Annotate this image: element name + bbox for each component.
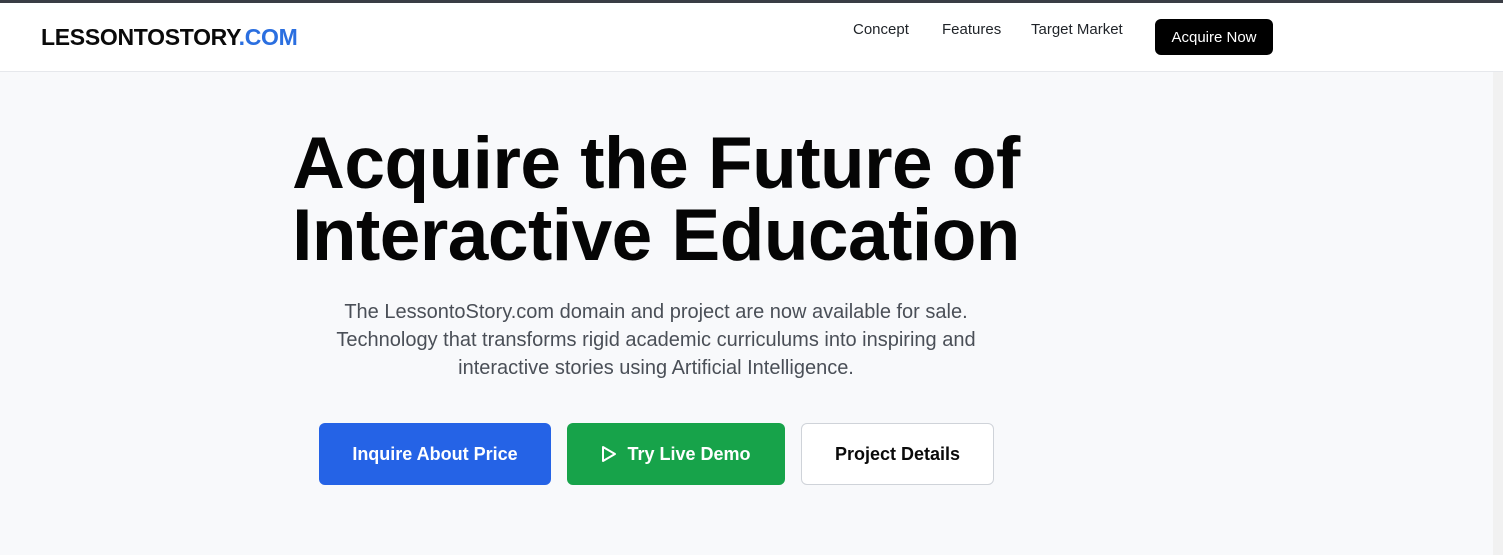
site-logo[interactable]: LESSONTOSTORY.COM — [41, 24, 298, 51]
try-live-demo-label: Try Live Demo — [627, 443, 751, 464]
nav-link-concept[interactable]: Concept — [853, 21, 909, 38]
hero-subtitle-line-1: The LessontoStory.com domain and project… — [344, 301, 968, 323]
logo-accent-text: .COM — [238, 24, 298, 50]
acquire-now-button[interactable]: Acquire Now — [1155, 19, 1273, 55]
page-scrollbar[interactable] — [1493, 72, 1503, 555]
nav-link-features[interactable]: Features — [942, 21, 1001, 38]
hero-subtitle-line-3: interactive stories using Artificial Int… — [458, 357, 854, 379]
inquire-price-label: Inquire About Price — [352, 443, 518, 464]
navbar: LESSONTOSTORY.COM Concept Features Targe… — [0, 3, 1503, 72]
hero-title-line-2: Interactive Education — [292, 195, 1020, 276]
hero-subtitle-line-2: Technology that transforms rigid academi… — [336, 329, 976, 351]
hero-title: Acquire the Future of Interactive Educat… — [156, 127, 1156, 272]
play-icon — [601, 445, 617, 463]
logo-main-text: LESSONTOSTORY — [41, 24, 239, 50]
try-live-demo-button[interactable]: Try Live Demo — [567, 423, 785, 485]
hero-title-line-1: Acquire the Future of — [292, 123, 1020, 204]
project-details-button[interactable]: Project Details — [801, 423, 994, 485]
hero-subtitle: The LessontoStory.com domain and project… — [256, 298, 1056, 382]
project-details-label: Project Details — [834, 443, 961, 464]
nav-link-target-market[interactable]: Target Market — [1031, 21, 1123, 38]
inquire-price-button[interactable]: Inquire About Price — [319, 423, 551, 485]
